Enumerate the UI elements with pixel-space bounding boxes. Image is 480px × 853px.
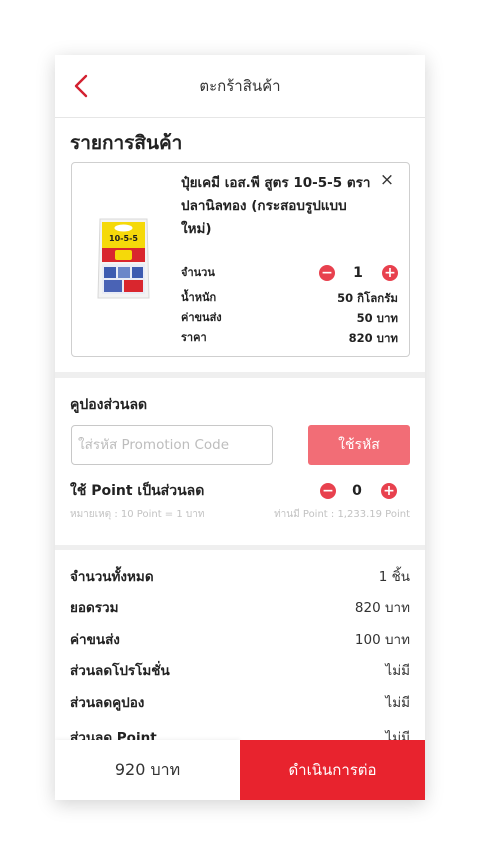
- weight-label: น้ำหนัก: [181, 291, 217, 304]
- points-note: หมายเหตุ : 10 Point = 1 บาท: [70, 509, 205, 520]
- svg-text:10-5-5: 10-5-5: [109, 234, 138, 243]
- summary-row: ยอดรวม 820 บาท: [70, 598, 410, 618]
- checkout-bar: 920 บาท ดำเนินการต่อ: [55, 740, 425, 800]
- close-icon: ×: [379, 170, 395, 190]
- product-title-line: ใหม่): [181, 221, 212, 237]
- product-image: 10-5-5: [96, 216, 151, 301]
- summary-value: ไม่มี: [385, 695, 410, 711]
- item-shipping-value: 50 บาท: [356, 311, 398, 325]
- points-decrease-button[interactable]: −: [320, 483, 336, 499]
- points-value: 0: [352, 483, 362, 499]
- price-label: ราคา: [181, 331, 207, 344]
- remove-item-button[interactable]: ×: [378, 171, 396, 189]
- summary-row: จำนวนทั้งหมด 1 ชิ้น: [70, 567, 410, 587]
- summary-value: ไม่มี: [385, 663, 410, 679]
- summary-value: 100 บาท: [354, 632, 410, 648]
- minus-icon: −: [321, 265, 333, 281]
- quantity-value: 1: [353, 265, 363, 281]
- summary-label: ส่วนลดโปรโมชั่น: [70, 663, 170, 679]
- cart-section-title: รายการสินค้า: [70, 132, 183, 154]
- points-balance: ท่านมี Point : 1,233.19 Point: [274, 509, 410, 520]
- points-section-title: ใช้ Point เป็นส่วนลด: [70, 483, 205, 499]
- cart-item: 10-5-5 ปุ๋ยเคมี เอส.พี สูตร 10-5-5 ตรา ป…: [71, 162, 410, 357]
- summary-value: 1 ชิ้น: [378, 569, 410, 585]
- weight-value: 50 กิโลกรัม: [337, 291, 398, 305]
- summary-row: ส่วนลดโปรโมชั่น ไม่มี: [70, 661, 410, 681]
- grand-total: 920 บาท: [55, 740, 240, 800]
- section-divider: [55, 545, 425, 550]
- summary-label: ส่วนลดคูปอง: [70, 695, 145, 711]
- quantity-label: จำนวน: [181, 266, 215, 279]
- top-bar: ตะกร้าสินค้า: [55, 55, 425, 118]
- page-title: ตะกร้าสินค้า: [199, 77, 281, 95]
- item-shipping-label: ค่าขนส่ง: [181, 311, 222, 324]
- quantity-decrease-button[interactable]: −: [319, 265, 335, 281]
- summary-value: 820 บาท: [354, 600, 410, 616]
- summary-label: ยอดรวม: [70, 600, 119, 616]
- minus-icon: −: [322, 483, 334, 499]
- points-increase-button[interactable]: +: [381, 483, 397, 499]
- checkout-button[interactable]: ดำเนินการต่อ: [240, 740, 425, 800]
- quantity-increase-button[interactable]: +: [382, 265, 398, 281]
- promotion-code-input[interactable]: [71, 425, 273, 465]
- price-value: 820 บาท: [348, 331, 398, 345]
- summary-label: ค่าขนส่ง: [70, 632, 120, 648]
- product-title-line: ปลานิลทอง (กระสอบรูปแบบ: [181, 198, 347, 214]
- plus-icon: +: [383, 483, 395, 499]
- apply-code-button[interactable]: ใช้รหัส: [308, 425, 410, 465]
- summary-row: ค่าขนส่ง 100 บาท: [70, 630, 410, 650]
- summary-label: จำนวนทั้งหมด: [70, 569, 154, 585]
- summary-row: ส่วนลดคูปอง ไม่มี: [70, 693, 410, 713]
- plus-icon: +: [384, 265, 396, 281]
- cart-screen: ตะกร้าสินค้า รายการสินค้า 10-5-5 ปุ๋ยเคม…: [55, 55, 425, 800]
- section-divider: [55, 372, 425, 378]
- product-title-line: ปุ๋ยเคมี เอส.พี สูตร 10-5-5 ตรา: [181, 175, 371, 191]
- coupon-section-title: คูปองส่วนลด: [70, 397, 148, 413]
